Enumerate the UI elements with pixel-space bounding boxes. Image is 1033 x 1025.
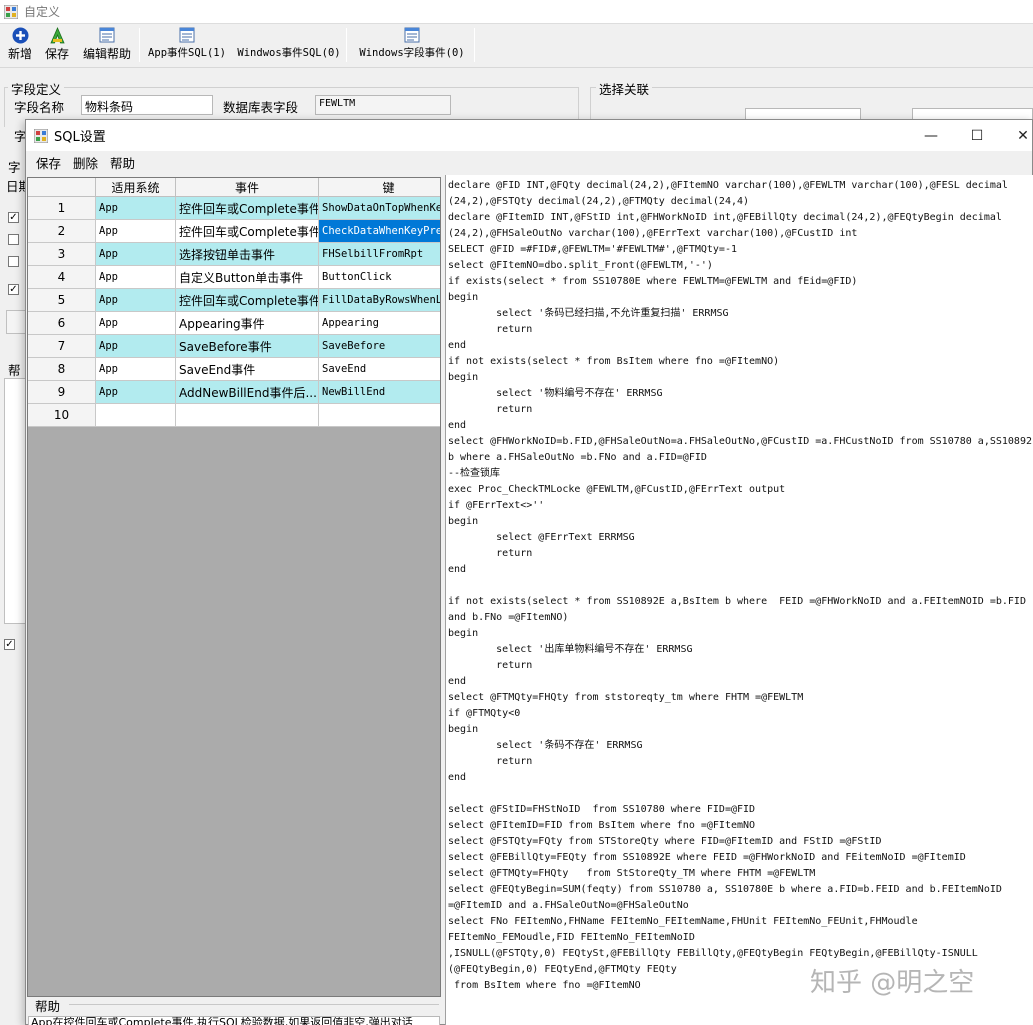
checkbox[interactable] xyxy=(8,256,19,267)
grid-cell-system[interactable] xyxy=(96,404,176,427)
dialog-menubar: 保存 删除 帮助 xyxy=(26,151,1032,173)
partial-label: 帮 xyxy=(8,363,21,378)
maximize-button[interactable]: ☐ xyxy=(954,120,1000,151)
column-header[interactable]: 键 xyxy=(319,178,440,197)
select-link-title: 选择关联 xyxy=(596,79,653,98)
app-icon xyxy=(3,4,19,19)
checkbox[interactable] xyxy=(8,234,19,245)
grid-cell-key[interactable]: NewBillEnd xyxy=(319,381,440,404)
row-header[interactable]: 8 xyxy=(28,358,96,381)
save-icon xyxy=(49,26,66,44)
grid-cell-system[interactable]: App xyxy=(96,358,176,381)
field-definition-title: 字段定义 xyxy=(8,79,65,98)
grid-cell-key[interactable]: CheckDataWhenKeyPres xyxy=(319,220,440,243)
column-header[interactable]: 适用系统 xyxy=(96,178,176,197)
dialog-title: SQL设置 xyxy=(54,130,106,145)
event-grid[interactable]: 适用系统 事件键 1 App 控件回车或Complete事件 ShowDataOnTopW… xyxy=(27,177,441,997)
row-header[interactable]: 2 xyxy=(28,220,96,243)
grid-cell-system[interactable]: App xyxy=(96,381,176,404)
app-icon xyxy=(33,128,49,143)
close-button[interactable]: ✕ xyxy=(1000,120,1033,151)
sql-settings-dialog: SQL设置 — ☐ ✕ 保存 删除 帮助 适用系统 事件键 1 App 控件回车或Com… xyxy=(25,119,1033,1025)
dialog-titlebar: SQL设置 — ☐ ✕ xyxy=(26,120,1032,151)
grid-cell-event[interactable]: 自定义Button单击事件 xyxy=(176,266,319,289)
edit-help-button[interactable]: 编辑帮助 xyxy=(82,26,132,66)
partial-label: 字 xyxy=(8,160,21,175)
help-group: 帮助 App在控件回车或Complete事件,执行SQL检验数据,如果返回值非空… xyxy=(27,996,441,1025)
grid-cell-system[interactable]: App xyxy=(96,197,176,220)
grid-cell-key[interactable]: FHSelbillFromRpt xyxy=(319,243,440,266)
main-window-titlebar: 自定义 xyxy=(0,0,1033,24)
grid-cell-event[interactable]: AddNewBillEnd事件后... xyxy=(176,381,319,404)
grid-cell-event[interactable]: 控件回车或Complete事件 xyxy=(176,197,319,220)
checkbox[interactable]: ✓ xyxy=(8,212,19,223)
watermark: 知乎 @明之空 xyxy=(810,968,975,998)
toolbar-separator xyxy=(474,28,475,62)
menu-help[interactable]: 帮助 xyxy=(110,153,135,172)
help-edit-area[interactable] xyxy=(4,378,25,624)
grid-cell-event[interactable]: Appearing事件 xyxy=(176,312,319,335)
field-name-input[interactable]: 物料条码 xyxy=(81,95,213,115)
add-icon xyxy=(12,26,29,44)
app-event-sql-button[interactable]: App事件SQL(1) xyxy=(146,26,228,66)
windows-event-sql-button[interactable]: Windwos事件SQL(0) xyxy=(237,26,340,66)
sql-text[interactable]: declare @FID INT,@FQty decimal(24,2),@FI… xyxy=(448,178,1032,994)
grid-cell-key[interactable]: ShowDataOnTopWhenKey xyxy=(319,197,440,220)
grid-cell-event[interactable]: 控件回车或Complete事件 xyxy=(176,220,319,243)
grid-cell-event[interactable]: SaveBefore事件 xyxy=(176,335,319,358)
windows-field-event-button[interactable]: Windows字段事件(0) xyxy=(356,26,468,66)
row-header[interactable]: 5 xyxy=(28,289,96,312)
grid-cell-system[interactable]: App xyxy=(96,220,176,243)
grid-cell-system[interactable]: App xyxy=(96,243,176,266)
help-text[interactable]: App在控件回车或Complete事件,执行SQL检验数据,如果返回值非空,弹出… xyxy=(28,1016,440,1025)
row-header[interactable]: 4 xyxy=(28,266,96,289)
close-icon: ✕ xyxy=(1017,127,1029,144)
row-header[interactable]: 6 xyxy=(28,312,96,335)
maximize-icon: ☐ xyxy=(970,127,984,144)
grid-corner-header xyxy=(28,178,96,197)
main-window-title: 自定义 xyxy=(24,5,61,19)
row-header[interactable]: 10 xyxy=(28,404,96,427)
add-button[interactable]: 新增 xyxy=(6,26,34,66)
help-group-title: 帮助 xyxy=(35,999,61,1014)
grid-cell-system[interactable]: App xyxy=(96,335,176,358)
grid-cell-system[interactable]: App xyxy=(96,312,176,335)
grid-cell-key[interactable]: ButtonClick xyxy=(319,266,440,289)
grid-cell-event[interactable]: SaveEnd事件 xyxy=(176,358,319,381)
toolbar-separator xyxy=(346,28,347,62)
grid-cell-key[interactable]: FillDataByRowsWhenLe xyxy=(319,289,440,312)
row-header[interactable]: 1 xyxy=(28,197,96,220)
main-toolbar: 新增 保存 编辑帮助 App事件SQL(1) Windwos事件SQL(0) W… xyxy=(0,24,1033,68)
form-icon xyxy=(404,26,420,44)
checkbox[interactable]: ✓ xyxy=(8,284,19,295)
row-header[interactable]: 7 xyxy=(28,335,96,358)
partial-button[interactable] xyxy=(6,310,25,334)
grid-cell-key[interactable]: Appearing xyxy=(319,312,440,335)
grid-cell-key[interactable] xyxy=(319,404,440,427)
grid-cell-key[interactable]: SaveBefore xyxy=(319,335,440,358)
row-header[interactable]: 9 xyxy=(28,381,96,404)
grid-cell-system[interactable]: App xyxy=(96,266,176,289)
edit-help-icon xyxy=(99,26,115,44)
grid-cell-event[interactable]: 控件回车或Complete事件 xyxy=(176,289,319,312)
save-button[interactable]: 保存 xyxy=(43,26,71,66)
grid-cell-system[interactable]: App xyxy=(96,289,176,312)
checkbox[interactable]: ✓ xyxy=(4,639,15,650)
menu-delete[interactable]: 删除 xyxy=(73,153,98,172)
menu-save[interactable]: 保存 xyxy=(36,153,61,172)
minimize-icon: — xyxy=(924,127,938,144)
toolbar-separator xyxy=(139,28,140,62)
form-icon xyxy=(179,26,195,44)
db-field-input[interactable]: FEWLTM xyxy=(315,95,451,115)
minimize-button[interactable]: — xyxy=(908,120,954,151)
grid-cell-event[interactable] xyxy=(176,404,319,427)
grid-cell-event[interactable]: 选择按钮单击事件 xyxy=(176,243,319,266)
row-header[interactable]: 3 xyxy=(28,243,96,266)
grid-cell-key[interactable]: SaveEnd xyxy=(319,358,440,381)
column-header[interactable]: 事件 xyxy=(176,178,319,197)
db-field-label: 数据库表字段 xyxy=(223,100,299,115)
field-name-label: 字段名称 xyxy=(14,100,65,115)
sql-editor[interactable]: declare @FID INT,@FQty decimal(24,2),@FI… xyxy=(445,175,1033,1025)
